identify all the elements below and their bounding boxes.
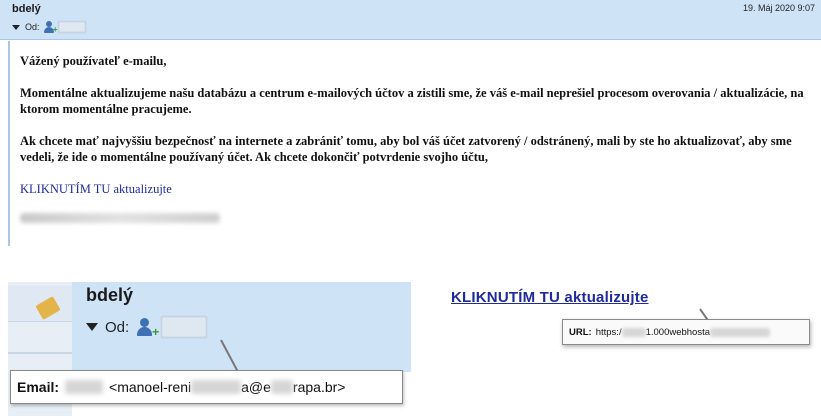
- zoom-sender-panel: bdelý Od: + Email: <manoel-reni a@e rapa.b…: [8, 282, 411, 416]
- from-label: Od:: [25, 22, 40, 32]
- email-view: bdelý 19. Máj 2020 9:07 Od: + Vážený pou…: [0, 0, 821, 246]
- sidebar-divider: [8, 352, 72, 354]
- zoom-sender-name: bdelý: [86, 285, 134, 305]
- zoom-from-label: Od:: [105, 318, 130, 336]
- page: bdelý 19. Máj 2020 9:07 Od: + Vážený pou…: [0, 0, 821, 416]
- email-part-2: a@e: [241, 379, 271, 395]
- tag-icon: [35, 296, 61, 320]
- email-part-3: rapa.br>: [292, 379, 346, 395]
- contact-add-icon[interactable]: +: [136, 318, 159, 338]
- email-header: bdelý 19. Máj 2020 9:07 Od: +: [0, 0, 821, 40]
- email-date: 19. Máj 2020 9:07: [742, 3, 815, 13]
- paragraph-1: Momentálne aktualizujeme našu databázu a…: [20, 86, 804, 116]
- email-part-1: <manoel-reni: [109, 379, 192, 395]
- sender-name: bdelý: [12, 3, 41, 15]
- url-part-1: https:/: [595, 326, 622, 338]
- redacted-email-part: [191, 380, 242, 394]
- dropdown-caret-icon[interactable]: [86, 323, 98, 331]
- email-label: Email:: [17, 379, 60, 395]
- zoom-from-row: Od: +: [86, 316, 208, 338]
- zoom-sender-chip[interactable]: [161, 316, 208, 338]
- email-body: Vážený používateľ e-mailu, Momentálne ak…: [8, 41, 821, 246]
- redacted-url-part: [621, 327, 646, 337]
- url-label: URL:: [569, 326, 592, 338]
- update-link[interactable]: KLIKNUTÍM TU aktualizujte: [20, 181, 811, 197]
- redacted-domain-part: [270, 380, 293, 394]
- redacted-name: [65, 380, 104, 394]
- url-part-2: 1.000webhosta: [645, 326, 711, 338]
- from-row: Od: +: [12, 20, 86, 34]
- paragraph-2: Ak chcete mať najvyššiu bezpečnosť na in…: [20, 134, 792, 164]
- zoom-link-panel: KLIKNUTÍM TU aktualizujte URL: https:/ 1…: [445, 279, 821, 359]
- url-tooltip: URL: https:/ 1.000webhosta: [562, 319, 810, 345]
- greeting: Vážený používateľ e-mailu,: [20, 54, 167, 68]
- zoom-header: bdelý Od: +: [72, 282, 411, 372]
- contact-add-icon[interactable]: +: [43, 21, 58, 34]
- zoom-update-link[interactable]: KLIKNUTÍM TU aktualizujte: [451, 289, 649, 306]
- redacted-signature: [20, 213, 220, 223]
- dropdown-caret-icon[interactable]: [12, 24, 20, 30]
- sender-email-tooltip: Email: <manoel-reni a@e rapa.br>: [10, 370, 403, 404]
- sender-address-chip[interactable]: [57, 21, 86, 33]
- sidebar-item[interactable]: [8, 286, 72, 322]
- redacted-url-tail: [710, 327, 771, 337]
